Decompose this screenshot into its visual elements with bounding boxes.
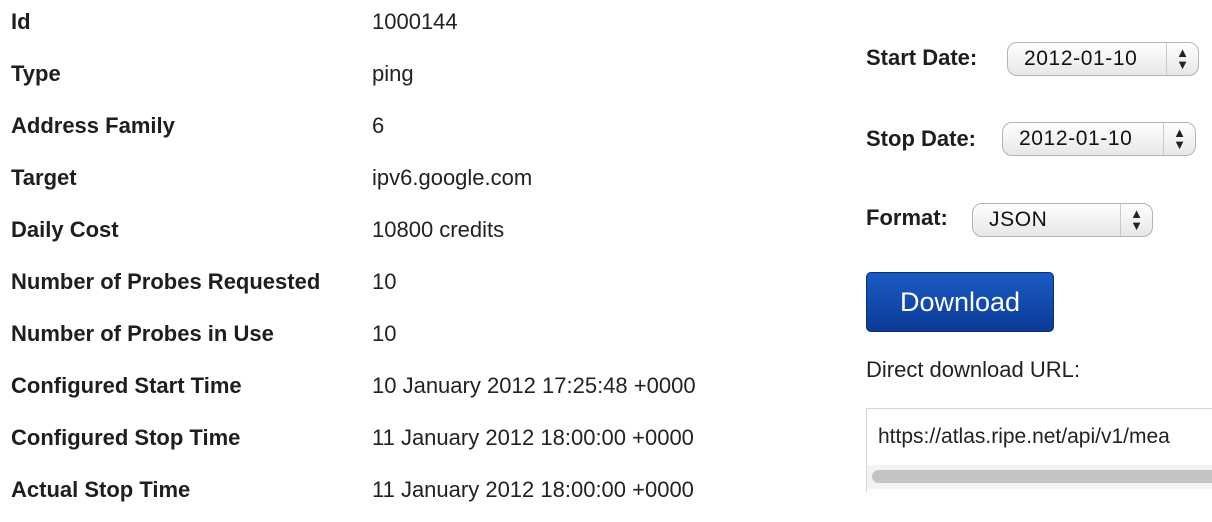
- format-label: Format:: [866, 205, 948, 230]
- detail-row-configured-start: Configured Start Time 10 January 2012 17…: [11, 364, 771, 416]
- stop-date-label: Stop Date:: [866, 126, 976, 151]
- measurement-page: Id 1000144 Type ping Address Family 6 Ta…: [0, 0, 1212, 522]
- detail-row-type: Type ping: [11, 52, 771, 104]
- up-down-arrows-icon: ▲ ▼: [1166, 43, 1198, 75]
- detail-value: 11 January 2012 18:00:00 +0000: [372, 425, 694, 450]
- detail-value: 11 January 2012 18:00:00 +0000: [372, 477, 694, 502]
- detail-value: ping: [372, 61, 414, 86]
- detail-label: Number of Probes Requested: [11, 269, 321, 294]
- detail-label: Id: [11, 9, 31, 34]
- download-url-text[interactable]: https://atlas.ripe.net/api/v1/mea: [878, 423, 1170, 451]
- direct-download-url-label: Direct download URL:: [866, 357, 1080, 382]
- detail-row-actual-stop: Actual Stop Time 11 January 2012 18:00:0…: [11, 468, 771, 520]
- detail-value: 10800 credits: [372, 217, 505, 242]
- detail-label: Configured Stop Time: [11, 425, 241, 450]
- detail-value: 10: [372, 321, 397, 346]
- up-down-arrows-icon: ▲ ▼: [1120, 204, 1152, 236]
- detail-row-probes-in-use: Number of Probes in Use 10: [11, 312, 771, 364]
- detail-value: 1000144: [372, 9, 458, 34]
- arrow-down-glyph: ▼: [1176, 57, 1189, 72]
- arrow-down-glyph: ▼: [1173, 137, 1186, 152]
- detail-value: 6: [372, 113, 385, 138]
- detail-label: Type: [11, 61, 61, 86]
- detail-label: Daily Cost: [11, 217, 119, 242]
- download-panel: Start Date: 2012-01-10 ▲ ▼ Stop Date: 20…: [866, 0, 1212, 522]
- detail-row-address-family: Address Family 6: [11, 104, 771, 156]
- detail-label: Address Family: [11, 113, 175, 138]
- arrow-down-glyph: ▼: [1130, 218, 1143, 233]
- detail-row-target: Target ipv6.google.com: [11, 156, 771, 208]
- download-url-box[interactable]: https://atlas.ripe.net/api/v1/mea: [866, 408, 1212, 492]
- stop-date-select[interactable]: 2012-01-10 ▲ ▼: [1002, 122, 1196, 156]
- detail-row-daily-cost: Daily Cost 10800 credits: [11, 208, 771, 260]
- detail-label: Target: [11, 165, 77, 190]
- detail-row-probes-requested: Number of Probes Requested 10: [11, 260, 771, 312]
- stop-date-value: 2012-01-10: [1019, 127, 1133, 150]
- start-date-label: Start Date:: [866, 45, 978, 70]
- scrollbar-thumb[interactable]: [872, 470, 1212, 483]
- start-date-select[interactable]: 2012-01-10 ▲ ▼: [1007, 42, 1199, 76]
- detail-value: 10 January 2012 17:25:48 +0000: [372, 373, 696, 398]
- format-value: JSON: [989, 208, 1048, 231]
- horizontal-scrollbar[interactable]: [867, 465, 1212, 489]
- detail-value: 10: [372, 269, 397, 294]
- detail-row-configured-stop: Configured Stop Time 11 January 2012 18:…: [11, 416, 771, 468]
- detail-label: Number of Probes in Use: [11, 321, 274, 346]
- detail-row-id: Id 1000144: [11, 0, 771, 52]
- format-select[interactable]: JSON ▲ ▼: [972, 203, 1153, 237]
- start-date-value: 2012-01-10: [1024, 47, 1138, 70]
- measurement-details: Id 1000144 Type ping Address Family 6 Ta…: [11, 0, 771, 520]
- download-button[interactable]: Download: [866, 272, 1054, 332]
- detail-label: Configured Start Time: [11, 373, 242, 398]
- detail-value: ipv6.google.com: [372, 165, 533, 190]
- detail-label: Actual Stop Time: [11, 477, 191, 502]
- up-down-arrows-icon: ▲ ▼: [1163, 123, 1195, 155]
